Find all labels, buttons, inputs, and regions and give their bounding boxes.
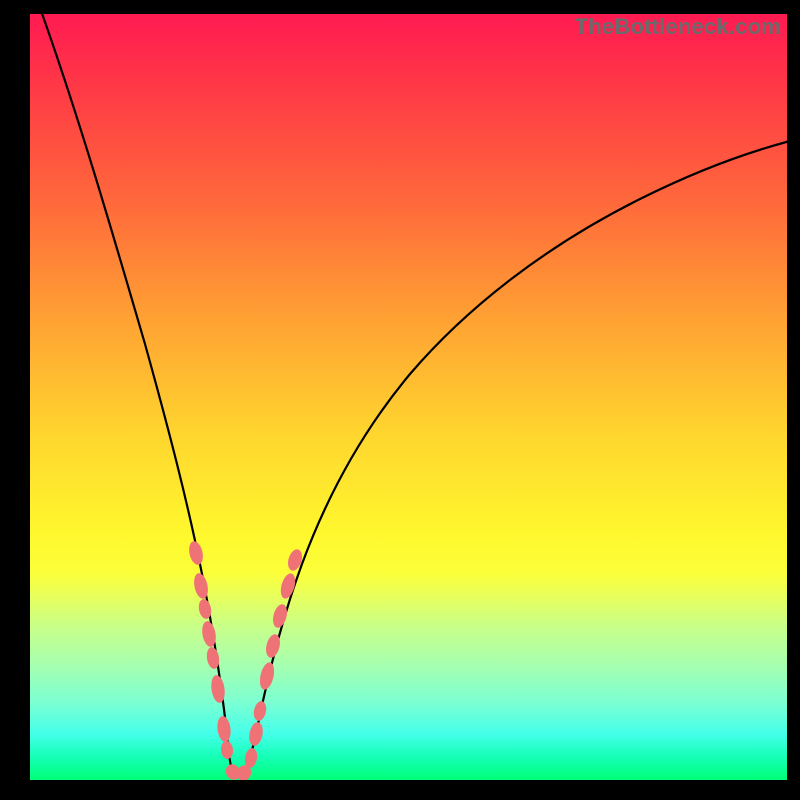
marker-group — [187, 540, 304, 780]
marker-dot — [216, 715, 232, 742]
chart-curves — [30, 14, 787, 780]
marker-dot — [247, 721, 264, 747]
curve-left-branch — [35, 14, 236, 778]
marker-dot — [187, 540, 205, 566]
chart-frame: TheBottleneck.com — [0, 0, 800, 800]
marker-dot — [210, 674, 227, 704]
marker-dot — [286, 548, 305, 573]
plot-area: TheBottleneck.com — [30, 14, 787, 780]
marker-dot — [220, 740, 234, 759]
marker-dot — [258, 661, 277, 691]
curve-right-branch — [242, 141, 787, 778]
marker-dot — [252, 700, 268, 722]
